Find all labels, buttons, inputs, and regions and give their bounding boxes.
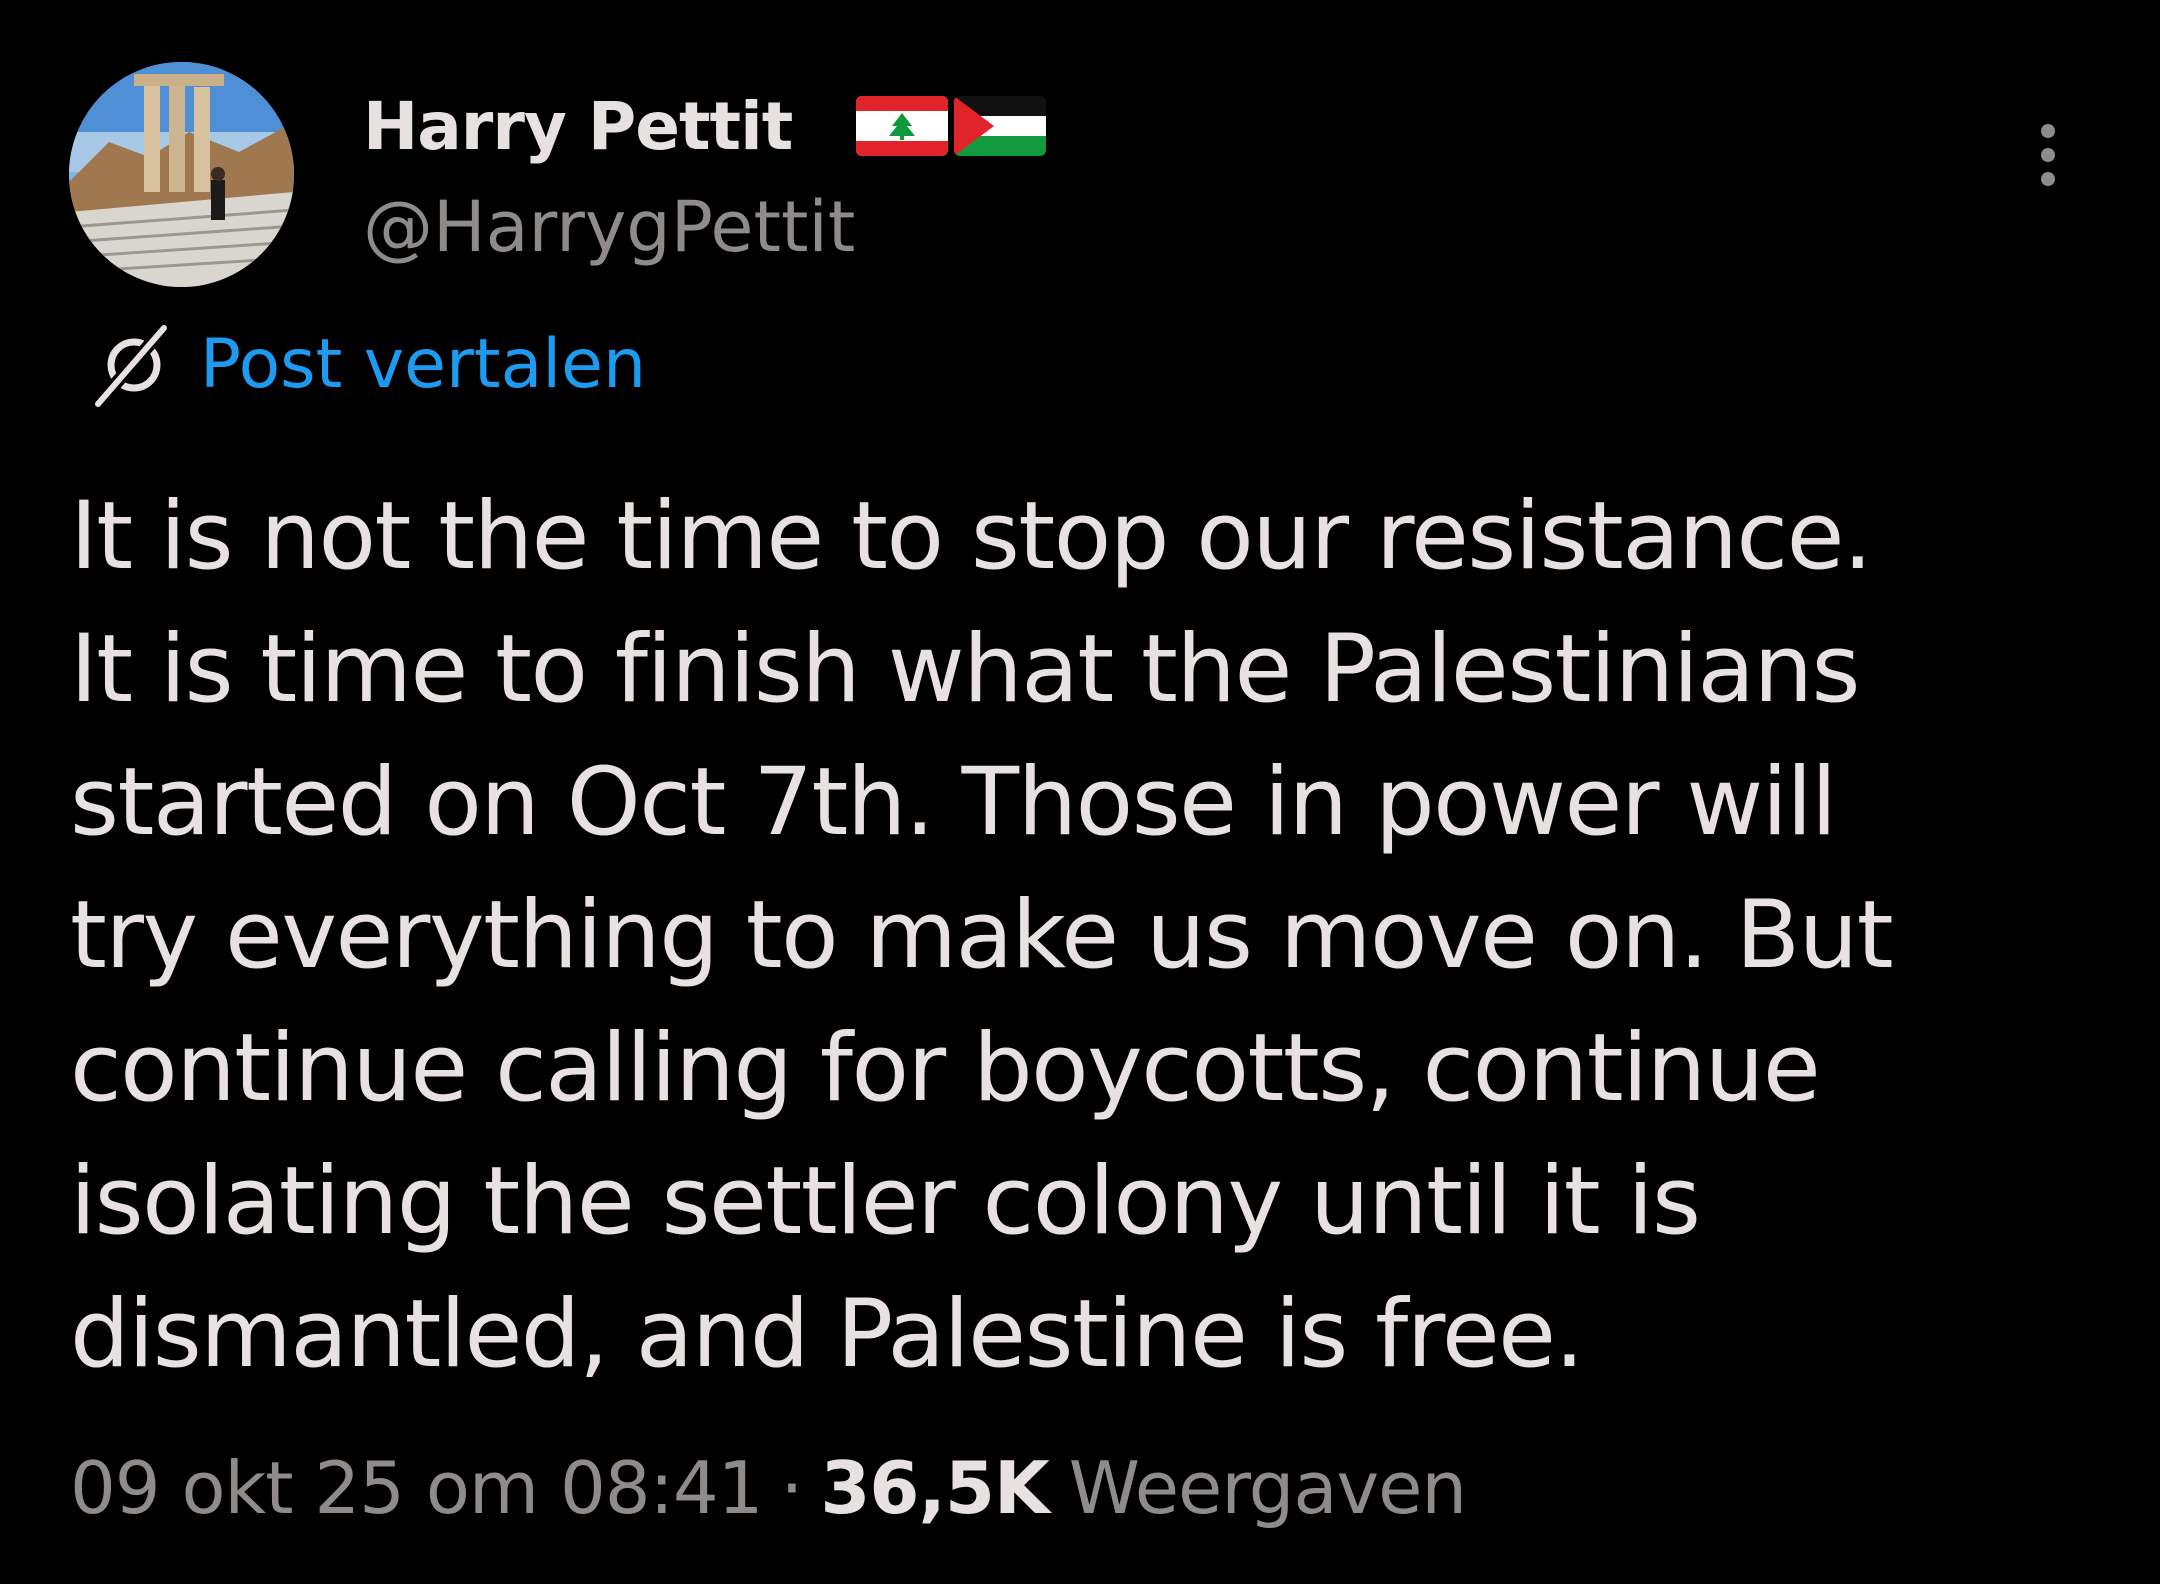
tweet-meta: 09 okt 25 om 08:41 · 36,5K Weergaven: [70, 1440, 1467, 1536]
translate-icon: [93, 323, 169, 409]
views-count: 36,5K: [820, 1446, 1049, 1530]
author-name[interactable]: Harry Pettit: [363, 82, 793, 172]
tweet-line: It is time to finish what the Palestinia…: [70, 615, 1861, 724]
tweet-line: continue calling for boycotts, continue: [70, 1014, 1821, 1123]
tweet-line: started on Oct 7th. Those in power will: [70, 748, 1837, 857]
avatar[interactable]: [69, 62, 294, 287]
more-options-button[interactable]: [2018, 110, 2078, 200]
translate-label: Post vertalen: [200, 325, 647, 404]
author-flags: [856, 96, 1046, 156]
more-options-icon: [2041, 124, 2055, 138]
avatar-image: [69, 62, 294, 287]
lebanon-flag-icon: [856, 96, 948, 156]
author-handle[interactable]: @HarrygPettit: [363, 182, 855, 272]
tweet-text: It is not the time to stop our resistanc…: [70, 470, 2100, 1401]
tweet-line: isolating the settler colony until it is: [70, 1147, 1701, 1256]
more-options-icon-dot: [2041, 148, 2055, 162]
meta-separator: ·: [780, 1446, 803, 1530]
palestine-flag-icon: [954, 96, 1046, 156]
tweet-line: It is not the time to stop our resistanc…: [70, 482, 1873, 591]
tweet-timestamp[interactable]: 09 okt 25 om 08:41: [70, 1446, 763, 1530]
tweet-line: try everything to make us move on. But: [70, 881, 1894, 990]
tweet-line: dismantled, and Palestine is free.: [70, 1280, 1584, 1389]
translate-post-link[interactable]: Post vertalen: [90, 320, 646, 410]
more-options-icon-dot: [2041, 172, 2055, 186]
views-label: Weergaven: [1068, 1446, 1467, 1530]
